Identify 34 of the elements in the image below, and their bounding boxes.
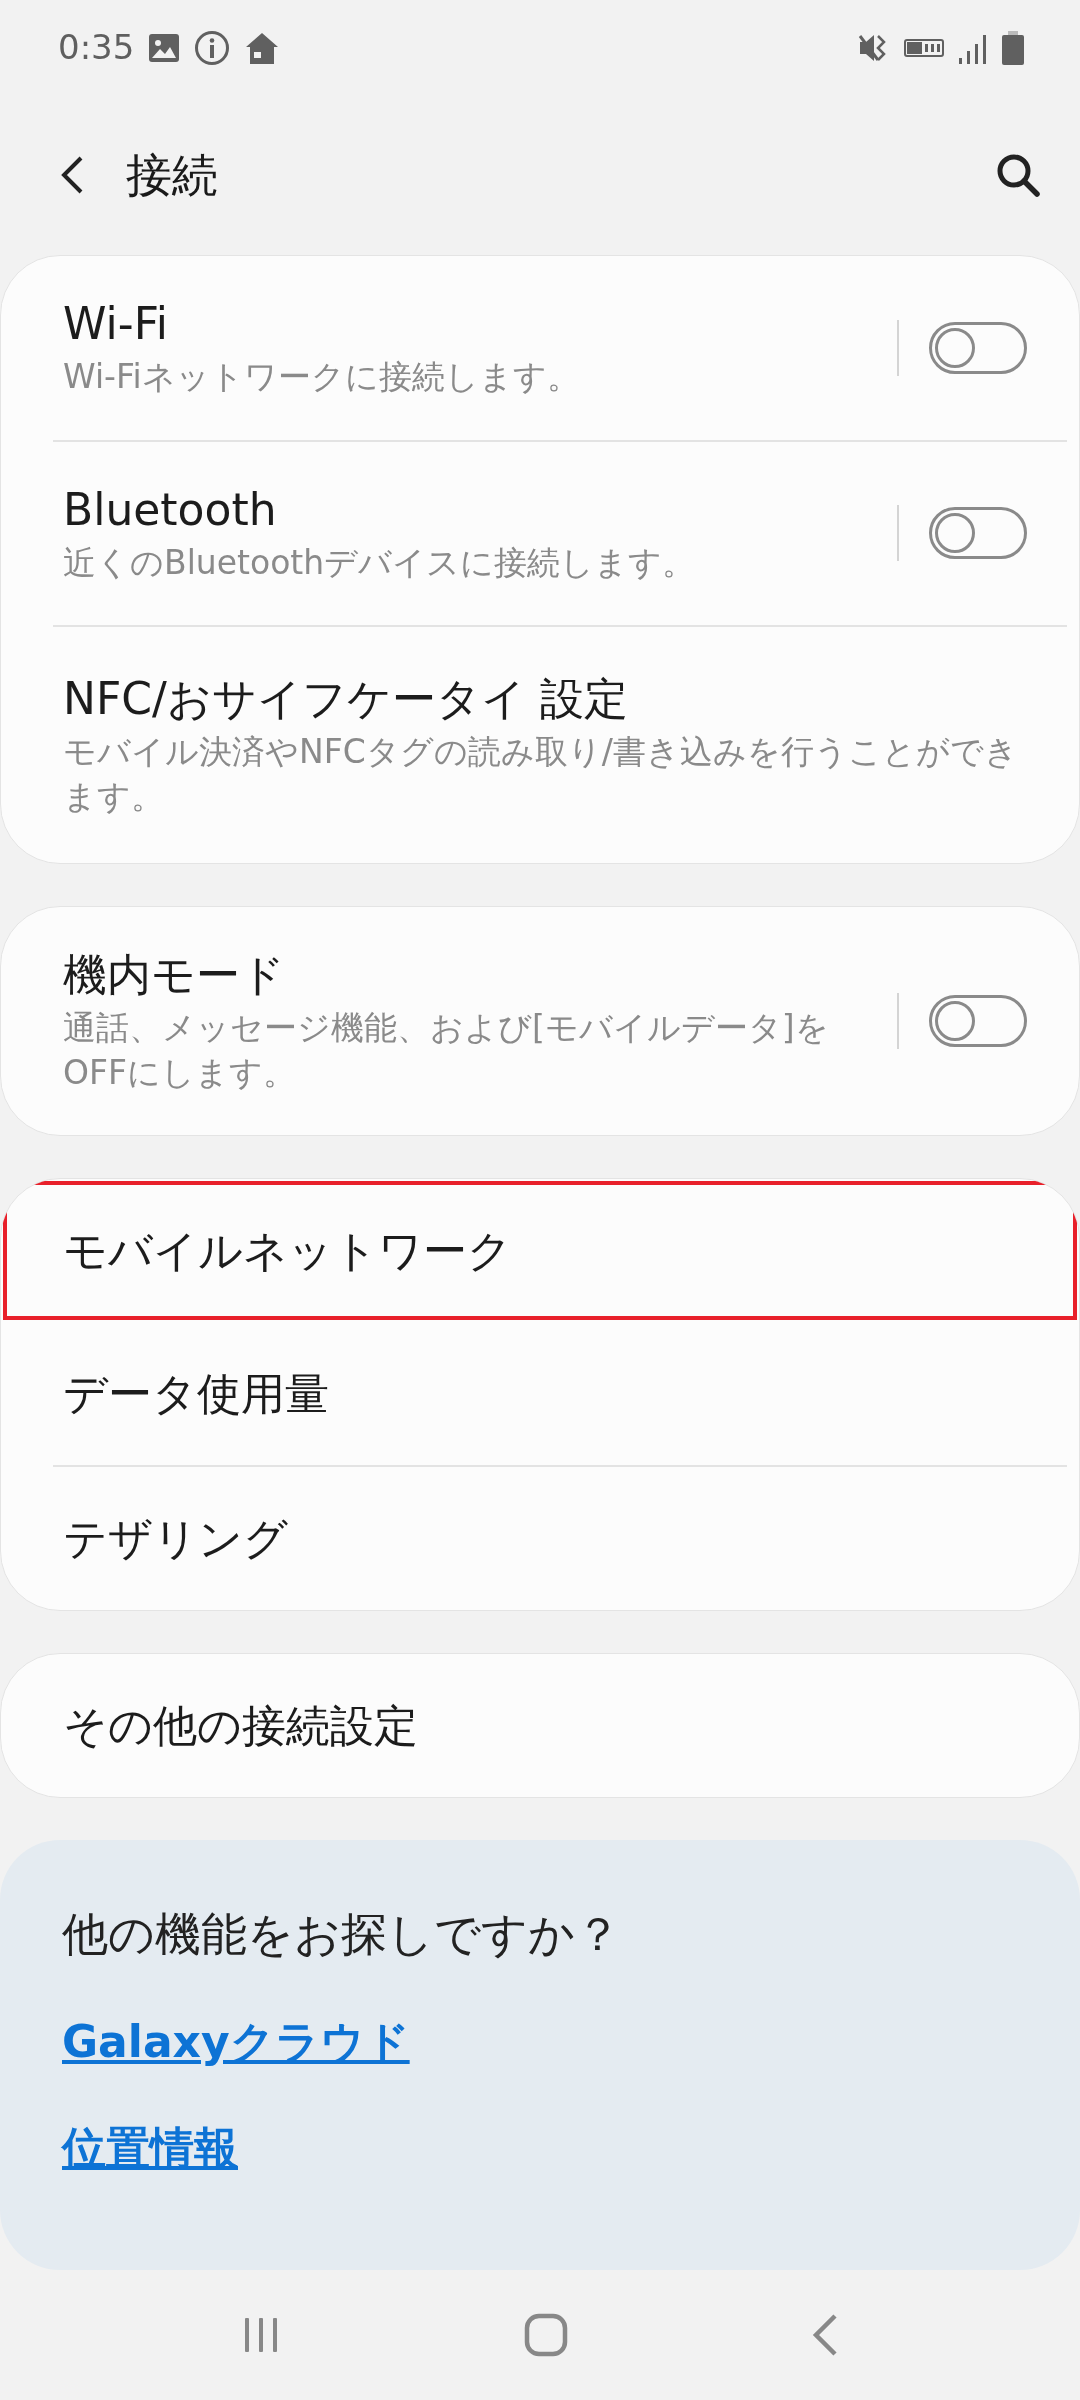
item-title: データ使用量 — [63, 1367, 330, 1422]
home-button-icon[interactable] — [524, 2313, 568, 2357]
settings-item[interactable]: NFC/おサイフケータイ 設定 モバイル決済やNFCタグの読み取り/書き込みを行うことができます。 — [1, 627, 1079, 864]
settings-item[interactable]: テザリング — [1, 1467, 1079, 1611]
item-title: テザリング — [63, 1512, 289, 1567]
toggle-switch[interactable] — [929, 321, 1027, 374]
back-icon[interactable] — [60, 155, 84, 195]
item-description: 近くのBluetoothデバイスに接続します。 — [63, 541, 697, 584]
item-title: NFC/おサイフケータイ 設定 — [63, 672, 629, 727]
image-icon — [148, 32, 181, 63]
settings-item[interactable]: データ使用量 — [1, 1322, 1079, 1466]
battery-icon — [1002, 30, 1024, 65]
settings-item[interactable]: 機内モード 通話、メッセージ機能、および[モバイルデータ]をOFFにします。 — [1, 907, 1079, 1136]
suggestion-link[interactable]: Galaxyクラウド — [62, 2009, 410, 2076]
toggle-switch[interactable] — [929, 995, 1027, 1048]
item-title: モバイルネットワーク — [63, 1224, 513, 1279]
settings-item[interactable]: その他の接続設定 — [1, 1654, 1079, 1798]
info-icon — [194, 29, 231, 66]
item-title: 機内モード — [63, 948, 286, 1003]
suggestion-link[interactable]: 位置情報 — [62, 2115, 238, 2182]
toggle-switch[interactable] — [929, 507, 1027, 560]
status-time: 0:35 — [58, 26, 135, 69]
item-description: Wi-Fiネットワークに接続します。 — [63, 356, 581, 398]
item-description: モバイル決済やNFCタグの読み取り/書き込みを行うことができます。 — [63, 731, 1019, 818]
settings-item[interactable]: Bluetooth 近くのBluetoothデバイスに接続します。 — [1, 441, 1079, 626]
item-title: Bluetooth — [63, 482, 278, 537]
settings-item[interactable]: モバイルネットワーク — [1, 1179, 1079, 1323]
page-title: 接続 — [126, 146, 218, 204]
item-title: その他の接続設定 — [63, 1699, 419, 1754]
search-icon[interactable] — [996, 153, 1040, 197]
item-title: Wi-Fi — [63, 297, 169, 351]
item-description: 通話、メッセージ機能、および[モバイルデータ]をOFFにします。 — [63, 1007, 830, 1094]
settings-item[interactable]: Wi-Fi Wi-Fiネットワークに接続します。 — [1, 256, 1079, 440]
suggestion-title: 他の機能をお探しですか？ — [62, 1906, 622, 1964]
